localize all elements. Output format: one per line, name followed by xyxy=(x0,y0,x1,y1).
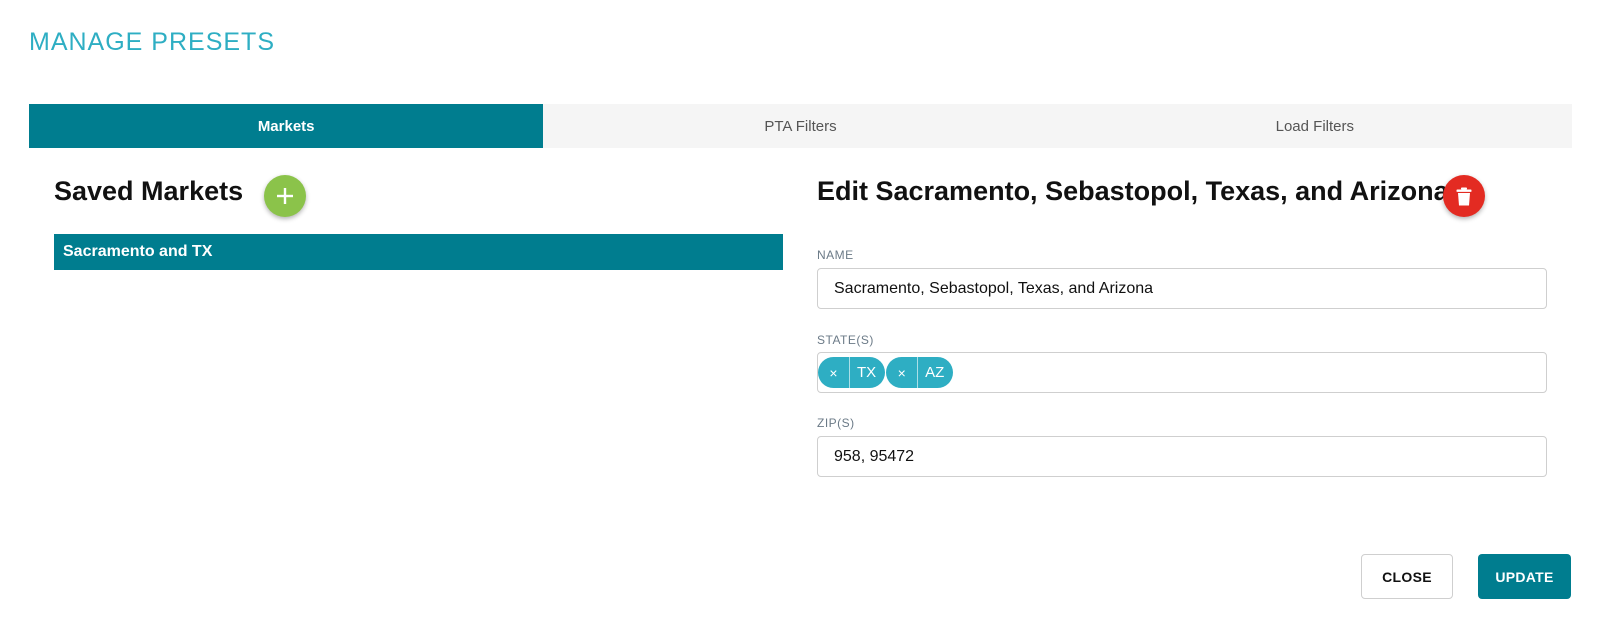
remove-tag-icon[interactable]: × xyxy=(818,357,850,388)
zips-input[interactable] xyxy=(817,436,1547,477)
states-label: STATE(S) xyxy=(817,333,874,347)
state-tag-tx: × TX xyxy=(818,357,886,388)
name-input[interactable] xyxy=(817,268,1547,309)
dialog-title: MANAGE PRESETS xyxy=(29,28,275,56)
remove-tag-icon[interactable]: × xyxy=(886,357,919,388)
state-tag-label: AZ xyxy=(925,364,945,381)
saved-markets-heading: Saved Markets xyxy=(54,176,244,206)
update-button[interactable]: UPDATE xyxy=(1478,554,1571,599)
delete-preset-button[interactable] xyxy=(1443,175,1485,217)
edit-heading: Edit Sacramento, Sebastopol, Texas, and … xyxy=(817,176,1449,206)
trash-icon xyxy=(1456,187,1472,205)
tab-pta-filters[interactable]: PTA Filters xyxy=(543,104,1057,148)
state-tag-label: TX xyxy=(857,364,877,381)
add-market-button[interactable] xyxy=(264,175,306,217)
tab-load-filters[interactable]: Load Filters xyxy=(1058,104,1572,148)
states-input[interactable]: × TX × AZ xyxy=(817,352,1547,393)
close-button[interactable]: CLOSE xyxy=(1361,554,1453,599)
state-tag-az: × AZ xyxy=(886,357,954,388)
saved-market-item[interactable]: Sacramento and TX xyxy=(54,234,783,270)
tab-markets[interactable]: Markets xyxy=(29,104,544,148)
tab-bar: Markets PTA Filters Load Filters xyxy=(29,104,1572,148)
plus-icon xyxy=(277,188,293,204)
name-label: NAME xyxy=(817,248,854,262)
zips-label: ZIP(S) xyxy=(817,416,855,430)
